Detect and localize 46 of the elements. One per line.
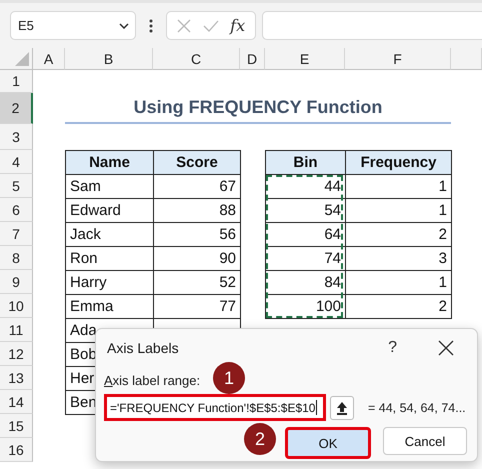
row-header[interactable]: 13 [0, 366, 33, 390]
column-header[interactable] [451, 48, 482, 70]
row-header[interactable]: 16 [0, 438, 33, 462]
column-header[interactable]: D [240, 48, 265, 70]
column-header[interactable]: B [65, 48, 153, 70]
chevron-down-icon [119, 22, 129, 28]
help-button[interactable]: ? [388, 339, 397, 357]
row-header[interactable]: 7 [0, 222, 33, 246]
table-cell: 2 [345, 294, 452, 319]
ok-button[interactable]: OK [285, 427, 371, 459]
table-cell: 100 [265, 294, 346, 319]
cancel-button[interactable]: Cancel [383, 427, 467, 455]
column-header[interactable]: A [33, 48, 65, 70]
table-header: Score [153, 150, 241, 175]
row-header[interactable]: 11 [0, 318, 33, 342]
row-header[interactable]: 10 [0, 294, 33, 318]
name-box[interactable]: E5 [10, 11, 136, 40]
arrow-up-icon [336, 400, 348, 414]
row-header[interactable]: 6 [0, 198, 33, 222]
table-header: Name [65, 150, 154, 175]
row-header[interactable]: 9 [0, 270, 33, 294]
formula-input[interactable] [262, 11, 482, 40]
more-icon[interactable] [148, 18, 154, 34]
column-header[interactable]: C [153, 48, 240, 70]
row-header[interactable]: 12 [0, 342, 33, 366]
row-header[interactable]: 3 [0, 124, 33, 150]
column-header[interactable]: E [265, 48, 345, 70]
row-header[interactable]: 2 [0, 93, 33, 124]
row-header[interactable]: 4 [0, 150, 33, 174]
select-all-icon[interactable] [15, 52, 29, 66]
insert-function-button[interactable]: fx [230, 16, 246, 35]
table-header: Frequency [345, 150, 452, 175]
row-header[interactable]: 5 [0, 174, 33, 198]
check-icon[interactable] [202, 20, 218, 32]
range-preview: = 44, 54, 64, 74... [368, 400, 466, 414]
row-header[interactable]: 8 [0, 246, 33, 270]
table-header: Bin [265, 150, 346, 175]
close-button[interactable] [437, 339, 455, 357]
range-field[interactable]: ='FREQUENCY Function'!$E$5:$E$10 [104, 394, 326, 421]
row-header[interactable]: 15 [0, 414, 33, 438]
cancel-icon[interactable] [176, 18, 191, 32]
column-header[interactable]: F [345, 48, 451, 70]
sheet-title: Using FREQUENCY Function [65, 93, 451, 124]
collapse-button[interactable] [330, 396, 354, 420]
row-header[interactable]: 14 [0, 390, 33, 414]
row-header[interactable]: 1 [0, 70, 33, 93]
